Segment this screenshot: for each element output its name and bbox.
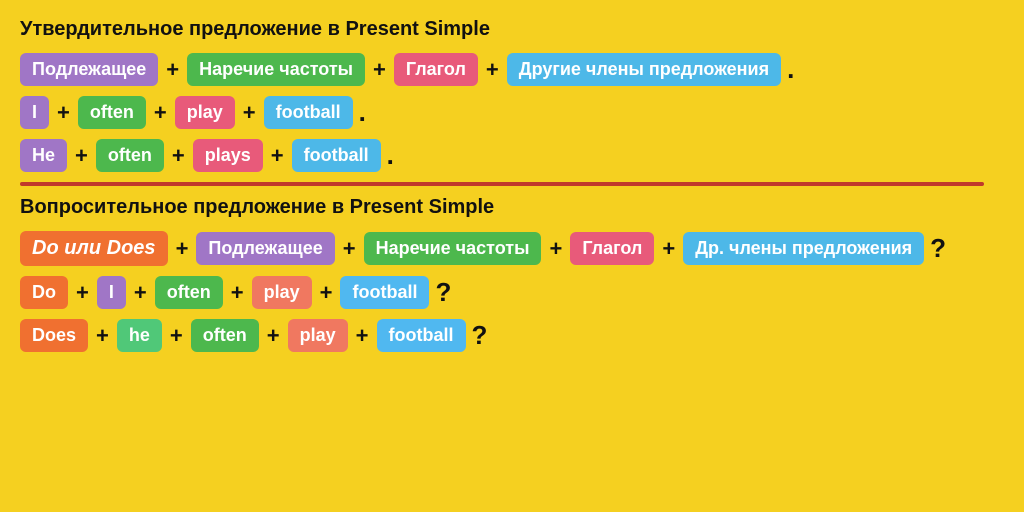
op-plus-12: +: [549, 236, 562, 262]
op-plus-11: +: [343, 236, 356, 262]
pill-other-label-2: Др. члены предложения: [683, 232, 924, 265]
pill-often-2: often: [96, 139, 164, 172]
pill-plays: plays: [193, 139, 263, 172]
pill-football-3: football: [340, 276, 429, 309]
op-plus-1: +: [166, 57, 179, 83]
pill-adverb-label: Наречие частоты: [187, 53, 365, 86]
pill-play-2: play: [252, 276, 312, 309]
section2-title: Вопросительное предложение в Present Sim…: [20, 196, 1004, 219]
op-plus-13: +: [662, 236, 675, 262]
pill-verb-label-2: Глагол: [570, 232, 654, 265]
punct-dot-3: .: [387, 140, 394, 171]
pill-play-1: play: [175, 96, 235, 129]
pill-he: He: [20, 139, 67, 172]
pill-often-3: often: [155, 276, 223, 309]
op-plus-18: +: [96, 323, 109, 349]
op-plus-8: +: [172, 143, 185, 169]
pill-adverb-label-2: Наречие частоты: [364, 232, 542, 265]
pill-verb-label: Глагол: [394, 53, 478, 86]
pill-often-4: often: [191, 319, 259, 352]
op-plus-21: +: [356, 323, 369, 349]
op-plus-15: +: [134, 280, 147, 306]
pill-play-3: play: [288, 319, 348, 352]
pill-often-1: often: [78, 96, 146, 129]
pill-i-2: I: [97, 276, 126, 309]
punct-question-3: ?: [472, 320, 488, 351]
pill-other-label: Другие члены предложения: [507, 53, 781, 86]
pill-subject-label: Подлежащее: [20, 53, 158, 86]
example2-row: He + often + plays + football .: [20, 139, 1004, 172]
op-plus-3: +: [486, 57, 499, 83]
op-plus-5: +: [154, 100, 167, 126]
pill-does: Does: [20, 319, 88, 352]
punct-dot-1: .: [787, 54, 794, 85]
punct-question-1: ?: [930, 233, 946, 264]
op-plus-9: +: [271, 143, 284, 169]
formula-row-1: Подлежащее + Наречие частоты + Глагол + …: [20, 53, 1004, 86]
op-plus-4: +: [57, 100, 70, 126]
op-plus-20: +: [267, 323, 280, 349]
op-plus-16: +: [231, 280, 244, 306]
section-divider: [20, 182, 984, 186]
pill-do-does-label: Do или Does: [20, 231, 168, 266]
example1-row: I + often + play + football .: [20, 96, 1004, 129]
question-example2-row: Does + he + often + play + football ?: [20, 319, 1004, 352]
punct-dot-2: .: [359, 97, 366, 128]
op-plus-19: +: [170, 323, 183, 349]
main-container: Утвердительное предложение в Present Sim…: [0, 0, 1024, 380]
op-plus-17: +: [320, 280, 333, 306]
section1-title: Утвердительное предложение в Present Sim…: [20, 18, 1004, 41]
punct-question-2: ?: [435, 277, 451, 308]
pill-football-1: football: [264, 96, 353, 129]
formula-row-2: Do или Does + Подлежащее + Наречие часто…: [20, 231, 1004, 266]
pill-football-2: football: [292, 139, 381, 172]
op-plus-7: +: [75, 143, 88, 169]
op-plus-10: +: [176, 236, 189, 262]
pill-he-2: he: [117, 319, 162, 352]
pill-do: Do: [20, 276, 68, 309]
op-plus-14: +: [76, 280, 89, 306]
question-example1-row: Do + I + often + play + football ?: [20, 276, 1004, 309]
pill-subject-label-2: Подлежащее: [196, 232, 334, 265]
op-plus-6: +: [243, 100, 256, 126]
op-plus-2: +: [373, 57, 386, 83]
pill-football-4: football: [377, 319, 466, 352]
pill-i: I: [20, 96, 49, 129]
